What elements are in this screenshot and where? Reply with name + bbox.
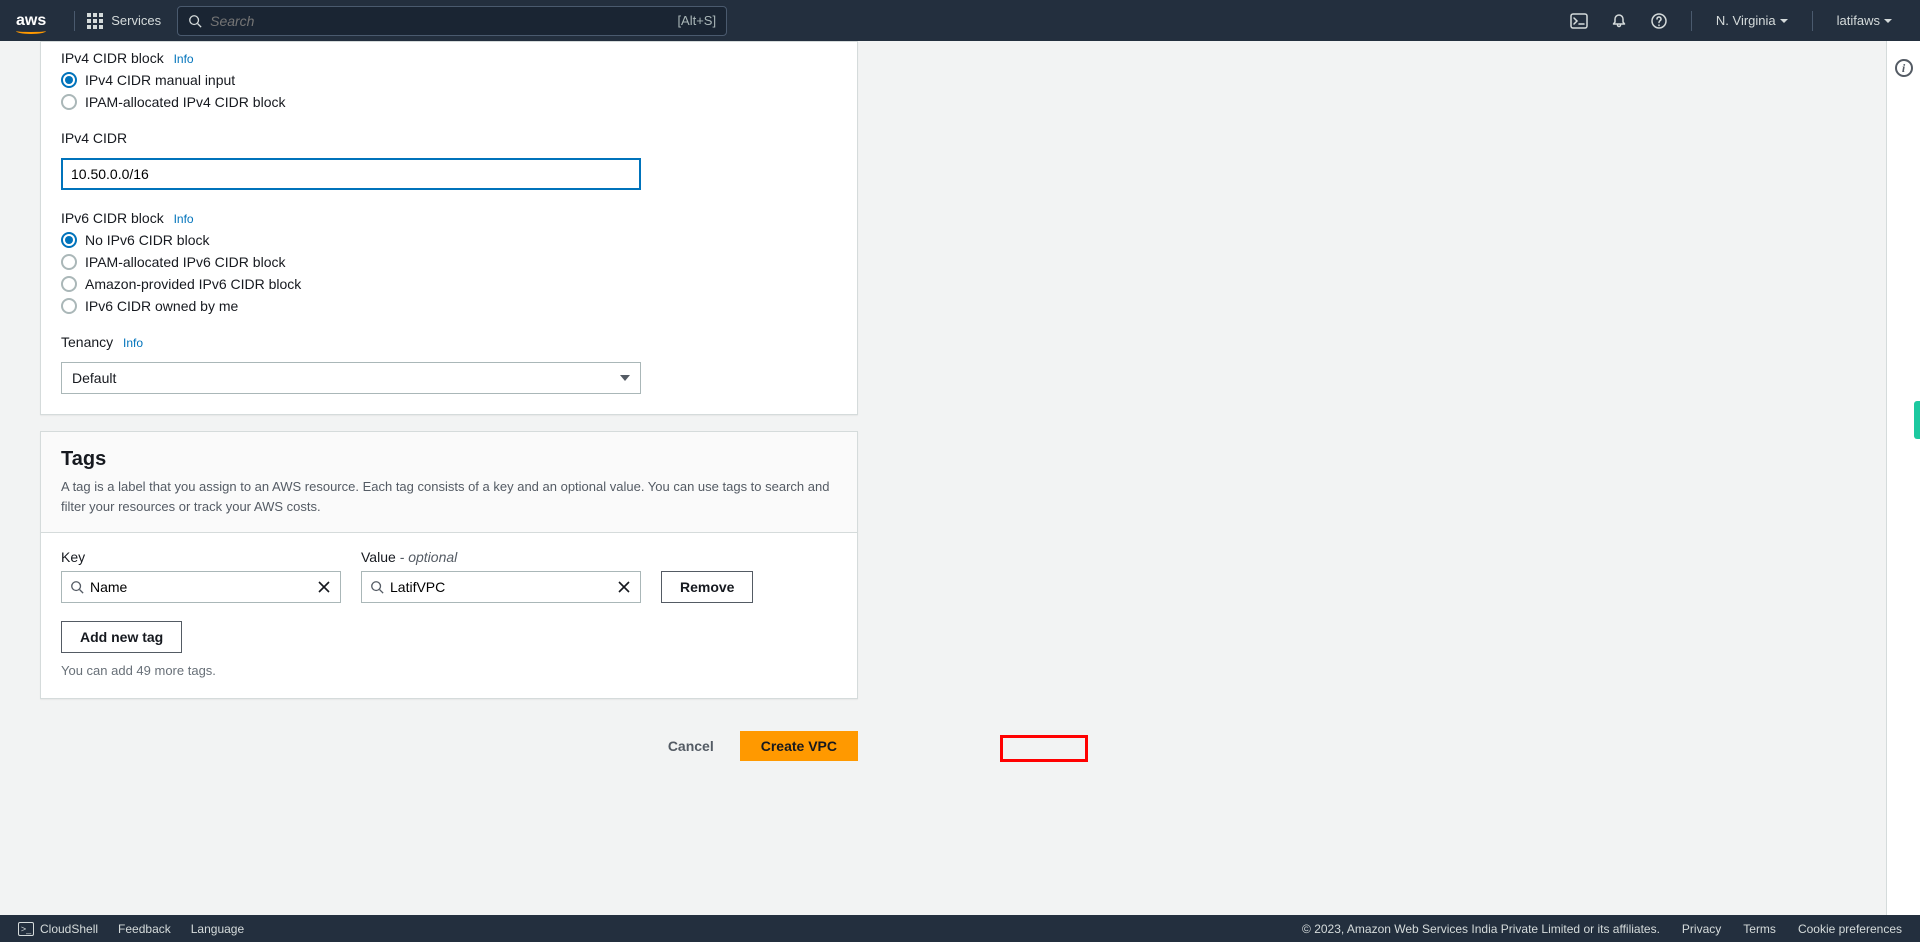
tenancy-value: Default bbox=[72, 370, 116, 386]
radio-label: IPv6 CIDR owned by me bbox=[85, 298, 238, 314]
main-area: IPv4 CIDR block Info IPv4 CIDR manual in… bbox=[0, 41, 1920, 915]
tag-value-header: Value - optional bbox=[361, 549, 641, 565]
aws-logo[interactable]: aws bbox=[16, 12, 46, 30]
radio-icon bbox=[61, 254, 77, 270]
tags-description: A tag is a label that you assign to an A… bbox=[61, 477, 837, 516]
info-panel-toggle[interactable]: i bbox=[1886, 41, 1920, 915]
radio-icon bbox=[61, 298, 77, 314]
radio-ipv4-manual[interactable]: IPv4 CIDR manual input bbox=[61, 72, 837, 88]
remove-tag-button[interactable]: Remove bbox=[661, 571, 753, 603]
ipv4-cidr-label: IPv4 CIDR bbox=[61, 130, 837, 146]
tag-limit-hint: You can add 49 more tags. bbox=[61, 663, 837, 678]
radio-ipv6-ipam[interactable]: IPAM-allocated IPv6 CIDR block bbox=[61, 254, 837, 270]
footer-copyright: © 2023, Amazon Web Services India Privat… bbox=[1302, 922, 1660, 936]
clear-key-button[interactable] bbox=[314, 577, 334, 597]
feedback-tab[interactable] bbox=[1914, 401, 1920, 439]
cancel-button[interactable]: Cancel bbox=[654, 732, 728, 760]
select-caret-icon bbox=[620, 375, 630, 381]
ipv6-cidr-block-group: IPv6 CIDR block Info No IPv6 CIDR block … bbox=[61, 210, 837, 314]
tenancy-group: Tenancy Info Default bbox=[61, 334, 837, 394]
ipv4-cidr-input[interactable] bbox=[61, 158, 641, 190]
caret-down-icon bbox=[1884, 19, 1892, 23]
search-icon bbox=[70, 580, 84, 594]
footer-terms[interactable]: Terms bbox=[1743, 922, 1776, 936]
nav-separator bbox=[1691, 11, 1692, 31]
info-icon: i bbox=[1895, 59, 1913, 77]
radio-label: No IPv6 CIDR block bbox=[85, 232, 209, 248]
footer-privacy[interactable]: Privacy bbox=[1682, 922, 1721, 936]
search-icon bbox=[370, 580, 384, 594]
close-icon bbox=[618, 581, 630, 593]
close-icon bbox=[318, 581, 330, 593]
nav-right: N. Virginia latifaws bbox=[1559, 1, 1904, 41]
tenancy-select[interactable]: Default bbox=[61, 362, 641, 394]
help-icon-button[interactable] bbox=[1639, 1, 1679, 41]
tag-key-input-wrap[interactable] bbox=[61, 571, 341, 603]
radio-ipv6-amazon[interactable]: Amazon-provided IPv6 CIDR block bbox=[61, 276, 837, 292]
footer: >_ CloudShell Feedback Language © 2023, … bbox=[0, 915, 1920, 942]
tenancy-info[interactable]: Info bbox=[123, 336, 143, 350]
tag-row: Key Value - optional bbox=[61, 549, 837, 603]
tags-title: Tags bbox=[61, 448, 837, 471]
ipv4-cidr-block-info[interactable]: Info bbox=[174, 52, 194, 66]
tags-header: Tags A tag is a label that you assign to… bbox=[41, 432, 857, 533]
tenancy-label: Tenancy bbox=[61, 334, 113, 350]
form-scroll: IPv4 CIDR block Info IPv4 CIDR manual in… bbox=[0, 41, 1885, 915]
form-actions: Cancel Create VPC bbox=[40, 719, 858, 773]
search-input[interactable] bbox=[210, 13, 669, 29]
radio-label: IPAM-allocated IPv6 CIDR block bbox=[85, 254, 285, 270]
radio-icon bbox=[61, 232, 77, 248]
radio-label: IPAM-allocated IPv4 CIDR block bbox=[85, 94, 285, 110]
radio-icon bbox=[61, 94, 77, 110]
nav-separator bbox=[1812, 11, 1813, 31]
tags-panel: Tags A tag is a label that you assign to… bbox=[40, 431, 858, 699]
ipv6-cidr-block-info[interactable]: Info bbox=[174, 212, 194, 226]
ipv6-cidr-block-label: IPv6 CIDR block bbox=[61, 210, 164, 226]
notifications-icon-button[interactable] bbox=[1599, 1, 1639, 41]
account-menu[interactable]: latifaws bbox=[1825, 13, 1904, 28]
search-hint: [Alt+S] bbox=[677, 13, 716, 28]
radio-label: IPv4 CIDR manual input bbox=[85, 72, 235, 88]
footer-cloudshell[interactable]: >_ CloudShell bbox=[18, 922, 98, 936]
tag-value-input-wrap[interactable] bbox=[361, 571, 641, 603]
radio-ipv6-owned[interactable]: IPv6 CIDR owned by me bbox=[61, 298, 837, 314]
services-button[interactable]: Services bbox=[87, 13, 161, 29]
footer-language[interactable]: Language bbox=[191, 922, 244, 936]
radio-icon bbox=[61, 276, 77, 292]
footer-cookie[interactable]: Cookie preferences bbox=[1798, 922, 1902, 936]
tag-value-input[interactable] bbox=[390, 579, 608, 595]
cloudshell-icon: >_ bbox=[18, 922, 34, 936]
radio-ipv4-ipam[interactable]: IPAM-allocated IPv4 CIDR block bbox=[61, 94, 837, 110]
footer-feedback[interactable]: Feedback bbox=[118, 922, 171, 936]
vpc-settings-panel: IPv4 CIDR block Info IPv4 CIDR manual in… bbox=[40, 41, 858, 415]
top-nav: aws Services [Alt+S] N. Virginia latifaw… bbox=[0, 0, 1920, 41]
ipv4-cidr-field-group: IPv4 CIDR bbox=[61, 130, 837, 190]
services-label: Services bbox=[111, 13, 161, 28]
tag-key-input[interactable] bbox=[90, 579, 308, 595]
create-vpc-button[interactable]: Create VPC bbox=[740, 731, 858, 761]
search-box[interactable]: [Alt+S] bbox=[177, 6, 727, 36]
region-selector[interactable]: N. Virginia bbox=[1704, 13, 1800, 28]
tag-key-header: Key bbox=[61, 549, 341, 565]
caret-down-icon bbox=[1780, 19, 1788, 23]
radio-ipv6-none[interactable]: No IPv6 CIDR block bbox=[61, 232, 837, 248]
ipv4-cidr-block-label: IPv4 CIDR block bbox=[61, 50, 164, 66]
nav-separator bbox=[74, 11, 75, 31]
radio-label: Amazon-provided IPv6 CIDR block bbox=[85, 276, 301, 292]
add-new-tag-button[interactable]: Add new tag bbox=[61, 621, 182, 653]
radio-icon bbox=[61, 72, 77, 88]
ipv4-cidr-block-group: IPv4 CIDR block Info IPv4 CIDR manual in… bbox=[61, 50, 837, 110]
cloudshell-icon-button[interactable] bbox=[1559, 1, 1599, 41]
services-grid-icon bbox=[87, 13, 103, 29]
search-icon bbox=[188, 14, 202, 28]
clear-value-button[interactable] bbox=[614, 577, 634, 597]
